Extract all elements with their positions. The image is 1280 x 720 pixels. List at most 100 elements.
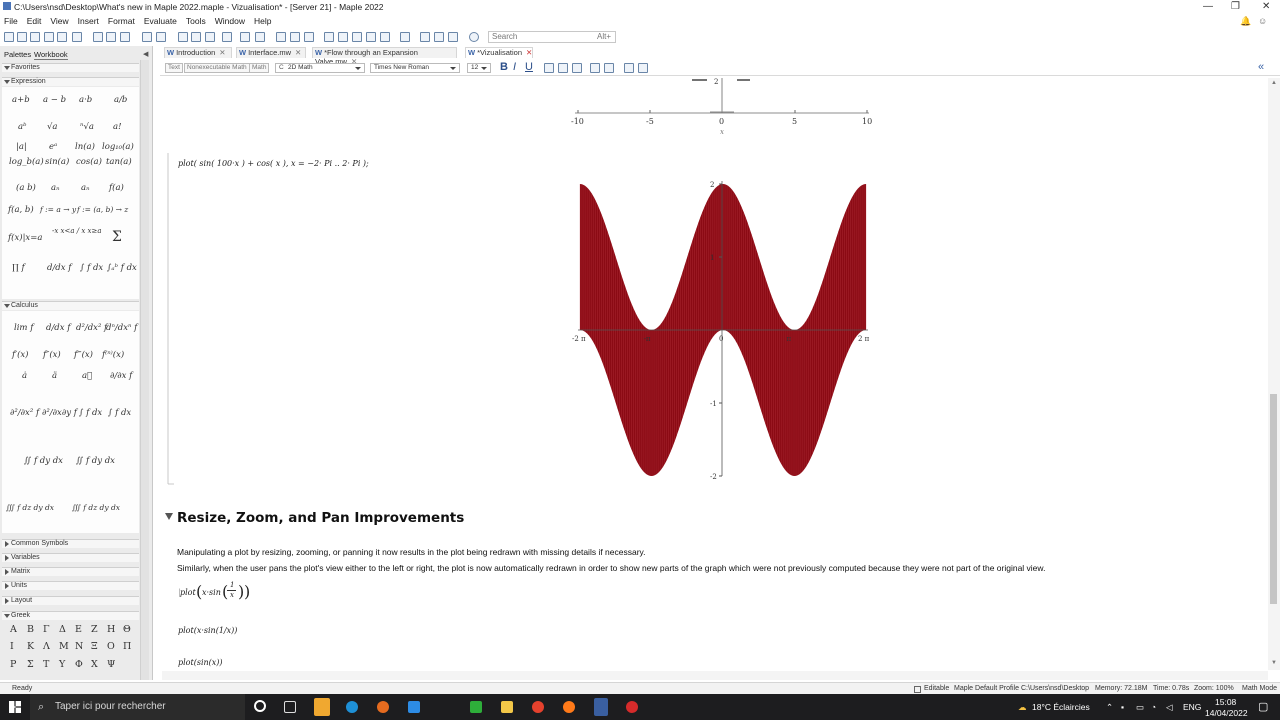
new-document-icon[interactable] <box>4 32 14 42</box>
search-input[interactable]: Search Alt+ <box>488 31 616 43</box>
palette-item[interactable]: ä <box>52 371 57 381</box>
taskbar-search[interactable]: ⌕ Taper ici pour rechercher <box>30 694 245 720</box>
interrupt-icon[interactable] <box>366 32 376 42</box>
zoom-out-icon[interactable] <box>448 32 458 42</box>
windows-start-icon[interactable] <box>9 701 21 713</box>
palette-item[interactable]: ∬ f dy dx <box>24 456 63 466</box>
palette-item[interactable]: Σ <box>112 229 122 245</box>
plot-command-sin[interactable]: plot(sin(x)) <box>178 658 223 667</box>
restart-icon[interactable] <box>380 32 390 42</box>
usb-icon[interactable]: ▪ <box>1121 702 1124 712</box>
palette-item[interactable]: -x x<a / x x≥a <box>52 227 102 235</box>
menu-tools[interactable]: Tools <box>186 16 206 26</box>
align-center-icon[interactable] <box>558 63 568 73</box>
palette-item[interactable]: ∬ f dy dx <box>76 456 115 466</box>
volume-icon[interactable]: ◁ <box>1166 702 1173 713</box>
zoom-reset-icon[interactable] <box>434 32 444 42</box>
tray-chevron-icon[interactable]: ⌃ <box>1106 702 1113 713</box>
palette-item[interactable]: d/dx f <box>47 263 71 273</box>
palette-item[interactable]: f′(x) <box>12 350 29 360</box>
section-layout[interactable]: Layout <box>2 596 139 605</box>
math-mode-button[interactable]: Math <box>249 63 270 73</box>
debug-icon[interactable] <box>352 32 362 42</box>
greek-letter[interactable]: Σ <box>27 659 34 670</box>
language-indicator[interactable]: ENG <box>1183 702 1201 712</box>
cut-icon[interactable] <box>93 32 103 42</box>
insert-text-icon[interactable] <box>191 32 201 42</box>
close-tab-icon[interactable]: ✕ <box>219 48 225 57</box>
greek-letter[interactable]: Τ <box>43 659 49 670</box>
collapse-panel-icon[interactable]: ◀ <box>143 50 148 58</box>
palette-item[interactable]: ∫ f dx <box>108 408 131 418</box>
section-common-symbols[interactable]: Common Symbols <box>2 539 139 548</box>
palette-item[interactable]: f := (a, b) → z <box>77 205 128 214</box>
notifications-icon[interactable]: ▢ <box>1258 700 1268 713</box>
tab-palettes[interactable]: Palettes <box>4 50 31 59</box>
highlight-icon[interactable] <box>604 63 614 73</box>
edge-icon[interactable] <box>346 701 358 713</box>
folder-icon[interactable] <box>501 701 513 713</box>
tab-expansion-valve[interactable]: W *Flow through an Expansion Valve.mw ✕ <box>312 47 457 66</box>
greek-letter[interactable]: Ε <box>75 624 82 635</box>
greek-letter[interactable]: Υ <box>59 659 65 670</box>
maple-taskbar-icon[interactable] <box>594 698 608 716</box>
clock-date[interactable]: 14/04/2022 <box>1205 708 1248 718</box>
text-color-icon[interactable] <box>590 63 600 73</box>
cortana-icon[interactable] <box>254 700 266 712</box>
plot-command-xsin-fraction[interactable]: | plot( x·sin( 1 x )) <box>178 581 268 606</box>
section-favorites[interactable]: Favorites <box>2 63 139 72</box>
link-icon[interactable] <box>400 32 410 42</box>
numbered-list-icon[interactable] <box>638 63 648 73</box>
print-preview-icon[interactable] <box>57 32 67 42</box>
align-left-icon[interactable] <box>544 63 554 73</box>
palette-item[interactable]: eᵃ <box>49 142 57 152</box>
palette-item[interactable]: tan(a) <box>106 157 132 167</box>
palette-item[interactable]: a/b <box>114 95 127 105</box>
indent-icon[interactable] <box>222 32 232 42</box>
palette-item[interactable]: f‴(x) <box>74 350 93 360</box>
task-view-icon[interactable] <box>284 701 296 713</box>
nonexecutable-math-button[interactable]: Nonexecutable Math <box>184 63 250 73</box>
palette-item[interactable]: aₙ <box>51 183 60 193</box>
zoom-in-icon[interactable] <box>420 32 430 42</box>
tab-interface[interactable]: W Interface.mw ✕ <box>236 47 306 58</box>
greek-letter[interactable]: Κ <box>27 641 34 652</box>
palette-item[interactable]: d/dx f <box>46 323 70 333</box>
network-icon[interactable]: ◔ <box>1151 702 1156 712</box>
greek-letter[interactable]: Φ <box>75 659 83 670</box>
section-icon[interactable] <box>255 32 265 42</box>
greek-letter[interactable]: Α <box>10 624 17 635</box>
palette-item[interactable]: √a <box>47 122 57 132</box>
greek-letter[interactable]: Ι <box>10 641 14 652</box>
weather-text[interactable]: 18°C Éclaircies <box>1032 702 1090 712</box>
section-units[interactable]: Units <box>2 581 139 590</box>
scroll-up-icon[interactable]: ▲ <box>1271 80 1277 86</box>
tab-vizualisation[interactable]: W *Vizualisation ✕ <box>465 47 533 58</box>
greek-letter[interactable]: Π <box>123 641 131 652</box>
outdent-icon[interactable] <box>240 32 250 42</box>
palette-item[interactable]: (a b) <box>16 183 36 193</box>
app-icon[interactable] <box>377 701 389 713</box>
menu-window[interactable]: Window <box>215 16 245 26</box>
chrome-icon[interactable] <box>532 701 544 713</box>
export-icon[interactable] <box>72 32 82 42</box>
greek-letter[interactable]: Ψ <box>107 659 115 670</box>
greek-letter[interactable]: Ξ <box>91 641 98 652</box>
palette-item[interactable]: ∂²/∂x² f <box>10 408 39 418</box>
undo-icon[interactable] <box>142 32 152 42</box>
scroll-down-icon[interactable]: ▼ <box>1271 660 1277 666</box>
underline-button[interactable]: U <box>525 61 533 73</box>
insert-prompt-icon[interactable] <box>205 32 215 42</box>
close-tab-icon[interactable]: ✕ <box>526 48 532 57</box>
greek-letter[interactable]: Ν <box>75 641 83 652</box>
menu-format[interactable]: Format <box>108 16 135 26</box>
minimize-button[interactable]: — <box>1203 1 1213 12</box>
palette-item[interactable]: aₙ <box>81 183 90 193</box>
palette-item[interactable]: a⃛ <box>82 371 92 381</box>
zoom-app-icon[interactable] <box>408 701 420 713</box>
close-tab-icon[interactable]: ✕ <box>295 48 301 57</box>
battery-icon[interactable]: ▭ <box>1136 702 1144 713</box>
palette-item[interactable]: ln(a) <box>75 142 95 152</box>
style-select[interactable]: C 2D Math <box>275 63 365 73</box>
palette-item[interactable]: ∂/∂x f <box>110 371 132 381</box>
